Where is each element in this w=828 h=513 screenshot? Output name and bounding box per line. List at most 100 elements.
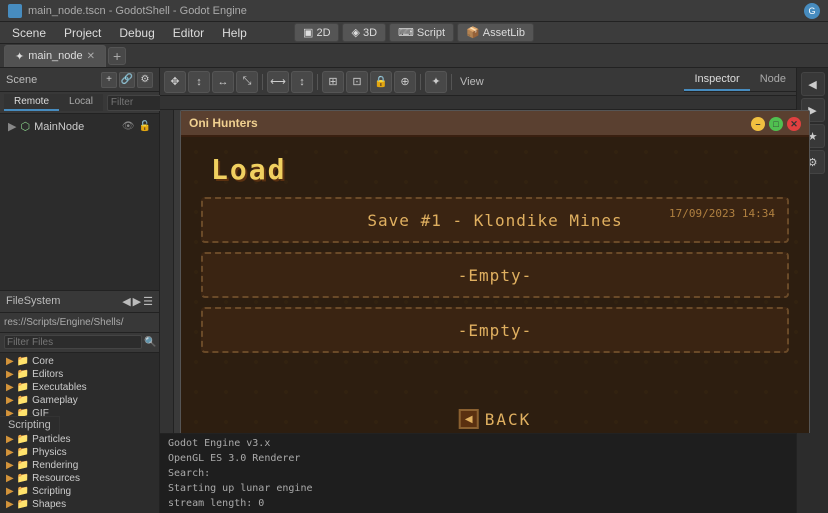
filesystem-panel: FileSystem ◀ ▶ ☰ res://Scripts/Engine/Sh… bbox=[0, 291, 159, 513]
save-slot-1[interactable]: Save #1 - Klondike Mines 17/09/2023 14:3… bbox=[201, 197, 789, 243]
fs-item-scripting[interactable]: ▶ 📁 Scripting bbox=[2, 485, 157, 498]
fs-item-particles[interactable]: ▶ 📁 Particles bbox=[2, 433, 157, 446]
scripting-label: Scripting bbox=[0, 416, 60, 433]
inspector-tab-node[interactable]: Node bbox=[750, 69, 796, 91]
mode-3d-icon: ◈ bbox=[352, 26, 360, 39]
game-back-button[interactable]: ◀ BACK bbox=[459, 409, 532, 429]
mode-buttons: ▣ 2D ◈ 3D ⌨ Script 📦 AssetLib bbox=[294, 23, 534, 42]
menu-help[interactable]: Help bbox=[214, 24, 255, 42]
tool-snap-button[interactable]: ⊡ bbox=[346, 71, 368, 93]
fs-folder-icon: 📁 bbox=[17, 499, 29, 510]
tool-group-button[interactable]: ⊕ bbox=[394, 71, 416, 93]
save-slot-3-label: -Empty- bbox=[458, 321, 532, 340]
toolbar-separator bbox=[420, 74, 421, 90]
game-maximize-button[interactable]: □ bbox=[769, 117, 783, 131]
save-slot-2[interactable]: -Empty- bbox=[201, 252, 789, 298]
folder-icon: ▶ bbox=[6, 369, 14, 380]
fs-folder-icon: 📁 bbox=[17, 395, 29, 406]
main-layout: Scene + 🔗 ⚙ Remote Local 🔍 ⋮ bbox=[0, 68, 828, 513]
node-lock-icon[interactable]: 🔓 bbox=[139, 121, 151, 132]
add-node-button[interactable]: + bbox=[101, 72, 117, 88]
filesystem-filter-input[interactable] bbox=[4, 335, 142, 349]
mode-3d-button[interactable]: ◈ 3D bbox=[343, 23, 387, 42]
tool-grid-button[interactable]: ⊞ bbox=[322, 71, 344, 93]
tool-lock-button[interactable]: 🔒 bbox=[370, 71, 392, 93]
fs-path-text: res://Scripts/Engine/Shells/ bbox=[4, 317, 124, 328]
scene-tab-remote[interactable]: Remote bbox=[4, 94, 59, 111]
game-close-button[interactable]: ✕ bbox=[787, 117, 801, 131]
fs-options-icon[interactable]: ☰ bbox=[143, 295, 153, 308]
output-line-4: Search: bbox=[168, 466, 820, 481]
tab-icon: ✦ bbox=[15, 50, 24, 63]
scene-options-button[interactable]: ⚙ bbox=[137, 72, 153, 88]
fs-item-gameplay[interactable]: ▶ 📁 Gameplay bbox=[2, 394, 157, 407]
view-label[interactable]: View bbox=[456, 76, 488, 88]
fs-folder-icon: 📁 bbox=[17, 369, 29, 380]
inspector-history-back[interactable]: ◀ bbox=[801, 72, 825, 96]
tool-flip-v-button[interactable]: ↕ bbox=[291, 71, 313, 93]
menu-project[interactable]: Project bbox=[56, 24, 109, 42]
tab-main-node[interactable]: ✦ main_node ✕ bbox=[4, 45, 106, 67]
output-content: Godot Engine v3.x OpenGL ES 3.0 Renderer… bbox=[160, 434, 828, 513]
output-line-6: stream length: 0 bbox=[168, 496, 820, 511]
left-panel: Scene + 🔗 ⚙ Remote Local 🔍 ⋮ bbox=[0, 68, 160, 513]
tool-move-button[interactable]: ↕ bbox=[188, 71, 210, 93]
scene-header-label: Scene bbox=[6, 74, 37, 86]
window-title: main_node.tscn - GodotShell - Godot Engi… bbox=[28, 5, 247, 17]
godot-icon-button[interactable]: G bbox=[804, 3, 820, 19]
node-expand-icon: ▶ bbox=[8, 120, 16, 133]
fs-item-editors[interactable]: ▶ 📁 Editors bbox=[2, 368, 157, 381]
output-line-2: OpenGL ES 3.0 Renderer bbox=[168, 451, 820, 466]
add-tab-button[interactable]: + bbox=[108, 47, 126, 65]
game-content: Load Save #1 - Klondike Mines 17/09/2023… bbox=[181, 137, 809, 433]
filesystem-header: FileSystem ◀ ▶ ☰ bbox=[0, 291, 159, 313]
tab-close-button[interactable]: ✕ bbox=[87, 51, 95, 62]
menu-scene[interactable]: Scene bbox=[4, 24, 54, 42]
tool-flip-h-button[interactable]: ⟷ bbox=[267, 71, 289, 93]
tool-scale-button[interactable]: ⤡ bbox=[236, 71, 258, 93]
inspector-tabs: Inspector Node bbox=[684, 68, 796, 92]
game-minimize-button[interactable]: – bbox=[751, 117, 765, 131]
filesystem-path: res://Scripts/Engine/Shells/ bbox=[0, 313, 159, 333]
folder-icon: ▶ bbox=[6, 473, 14, 484]
fs-back-icon[interactable]: ◀ bbox=[122, 295, 130, 308]
save-slot-3[interactable]: -Empty- bbox=[201, 307, 789, 353]
mode-script-button[interactable]: ⌨ Script bbox=[389, 23, 454, 42]
tool-select-button[interactable]: ✥ bbox=[164, 71, 186, 93]
fs-item-rendering[interactable]: ▶ 📁 Rendering bbox=[2, 459, 157, 472]
mode-2d-button[interactable]: ▣ 2D bbox=[294, 23, 339, 42]
save-slot-1-date: 17/09/2023 14:34 bbox=[669, 207, 775, 220]
output-panel: Godot Engine v3.x OpenGL ES 3.0 Renderer… bbox=[160, 433, 828, 513]
fs-item-physics[interactable]: ▶ 📁 Physics bbox=[2, 446, 157, 459]
inspector-tab-inspector[interactable]: Inspector bbox=[684, 69, 749, 91]
scene-tab-local[interactable]: Local bbox=[59, 94, 103, 111]
fs-item-executables[interactable]: ▶ 📁 Executables bbox=[2, 381, 157, 394]
folder-icon: ▶ bbox=[6, 447, 14, 458]
folder-icon: ▶ bbox=[6, 499, 14, 510]
fs-folder-icon: 📁 bbox=[17, 447, 29, 458]
menu-debug[interactable]: Debug bbox=[111, 24, 162, 42]
filesystem-header-label: FileSystem bbox=[6, 295, 60, 307]
tool-rotate-button[interactable]: ↔ bbox=[212, 71, 234, 93]
fs-folder-icon: 📁 bbox=[17, 434, 29, 445]
tool-bone-button[interactable]: ✦ bbox=[425, 71, 447, 93]
scene-node-mainnode[interactable]: ▶ ⬡ MainNode 👁 🔓 bbox=[4, 118, 155, 135]
fs-item-core[interactable]: ▶ 📁 Core bbox=[2, 355, 157, 368]
fs-forward-icon[interactable]: ▶ bbox=[133, 295, 141, 308]
node-visibility-icon[interactable]: 👁 bbox=[122, 121, 135, 132]
folder-icon: ▶ bbox=[6, 395, 14, 406]
toolbar-separator bbox=[451, 74, 452, 90]
save-slot-2-label: -Empty- bbox=[458, 266, 532, 285]
menu-editor[interactable]: Editor bbox=[165, 24, 212, 42]
mode-2d-icon: ▣ bbox=[303, 26, 313, 39]
game-load-title: Load bbox=[211, 153, 286, 186]
horizontal-ruler bbox=[160, 96, 828, 110]
mode-assetlib-button[interactable]: 📦 AssetLib bbox=[457, 23, 534, 42]
folder-icon: ▶ bbox=[6, 486, 14, 497]
scene-filter-input[interactable] bbox=[107, 95, 167, 111]
fs-item-resources[interactable]: ▶ 📁 Resources bbox=[2, 472, 157, 485]
vertical-ruler bbox=[160, 110, 174, 433]
link-node-button[interactable]: 🔗 bbox=[119, 72, 135, 88]
fs-folder-icon: 📁 bbox=[17, 473, 29, 484]
fs-item-shapes[interactable]: ▶ 📁 Shapes bbox=[2, 498, 157, 511]
